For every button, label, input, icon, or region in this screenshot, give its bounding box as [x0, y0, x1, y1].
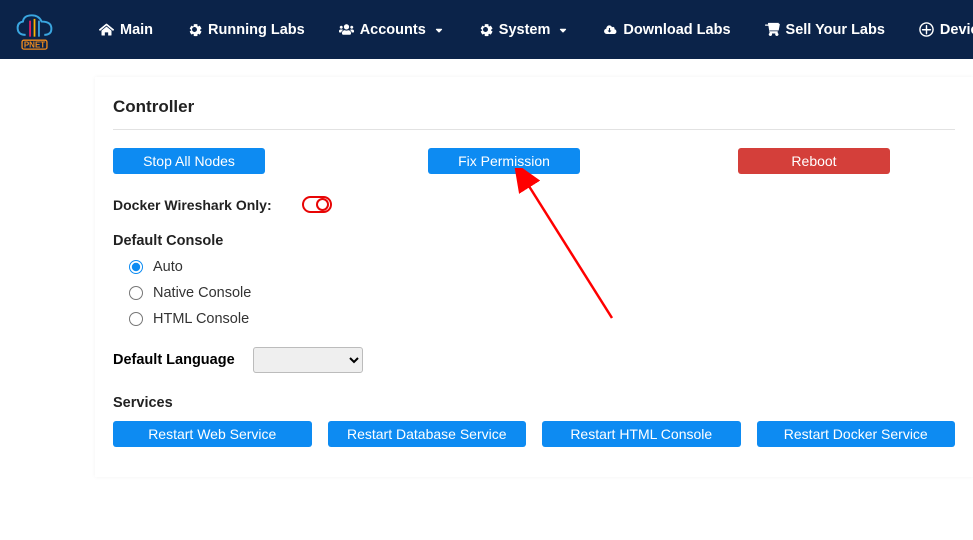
users-icon [339, 22, 354, 37]
nav-download-labs[interactable]: Download Labs [590, 14, 742, 46]
docker-wireshark-row: Docker Wireshark Only: [113, 196, 955, 213]
plus-circle-icon [919, 22, 934, 37]
svg-text:PNET: PNET [24, 40, 45, 49]
console-radio-auto[interactable] [129, 260, 143, 274]
docker-wireshark-label: Docker Wireshark Only: [113, 197, 272, 213]
console-option-html[interactable]: HTML Console [129, 311, 955, 327]
nav-running-labs[interactable]: Running Labs [175, 14, 317, 46]
action-button-row: Stop All Nodes Fix Permission Reboot [113, 148, 955, 174]
default-language-row: Default Language [113, 347, 955, 373]
restart-html-button[interactable]: Restart HTML Console [542, 421, 741, 447]
console-radio-native-label: Native Console [153, 285, 251, 301]
console-option-auto[interactable]: Auto [129, 259, 955, 275]
nav-accounts-label: Accounts [360, 22, 426, 38]
home-icon [99, 22, 114, 37]
fix-permission-button[interactable]: Fix Permission [428, 148, 580, 174]
caret-down-icon [558, 25, 568, 35]
default-console-label: Default Console [113, 233, 955, 249]
cloud-download-icon [602, 22, 617, 37]
reboot-button[interactable]: Reboot [738, 148, 890, 174]
stop-all-nodes-button[interactable]: Stop All Nodes [113, 148, 265, 174]
controller-panel: Controller Stop All Nodes Fix Permission… [95, 77, 973, 477]
docker-wireshark-toggle[interactable] [302, 196, 332, 213]
cart-icon [765, 22, 780, 37]
cog-icon [478, 22, 493, 37]
console-option-native[interactable]: Native Console [129, 285, 955, 301]
console-radio-native[interactable] [129, 286, 143, 300]
logo: PNET [12, 10, 57, 50]
nav-main[interactable]: Main [87, 14, 165, 46]
nav-devices-label: Devices [940, 22, 973, 38]
default-console-group: Auto Native Console HTML Console [113, 259, 955, 327]
console-radio-html-label: HTML Console [153, 311, 249, 327]
nav-accounts[interactable]: Accounts [327, 14, 456, 46]
console-radio-html[interactable] [129, 312, 143, 326]
nav-sell-labs-label: Sell Your Labs [786, 22, 885, 38]
nav-sell-labs[interactable]: Sell Your Labs [753, 14, 897, 46]
restart-web-button[interactable]: Restart Web Service [113, 421, 312, 447]
console-radio-auto-label: Auto [153, 259, 183, 275]
restart-docker-button[interactable]: Restart Docker Service [757, 421, 956, 447]
navbar: PNET Main Running Labs Accounts System D… [0, 0, 973, 59]
services-label: Services [113, 395, 955, 411]
services-button-row: Restart Web Service Restart Database Ser… [113, 421, 955, 447]
cogs-icon [187, 22, 202, 37]
nav-running-labs-label: Running Labs [208, 22, 305, 38]
nav-devices[interactable]: Devices [907, 14, 973, 46]
caret-down-icon [434, 25, 444, 35]
default-language-label: Default Language [113, 352, 235, 368]
panel-title: Controller [113, 97, 955, 130]
nav-main-label: Main [120, 22, 153, 38]
nav-download-labs-label: Download Labs [623, 22, 730, 38]
restart-db-button[interactable]: Restart Database Service [328, 421, 527, 447]
nav-system[interactable]: System [466, 14, 581, 46]
default-language-select[interactable] [253, 347, 363, 373]
nav-system-label: System [499, 22, 551, 38]
